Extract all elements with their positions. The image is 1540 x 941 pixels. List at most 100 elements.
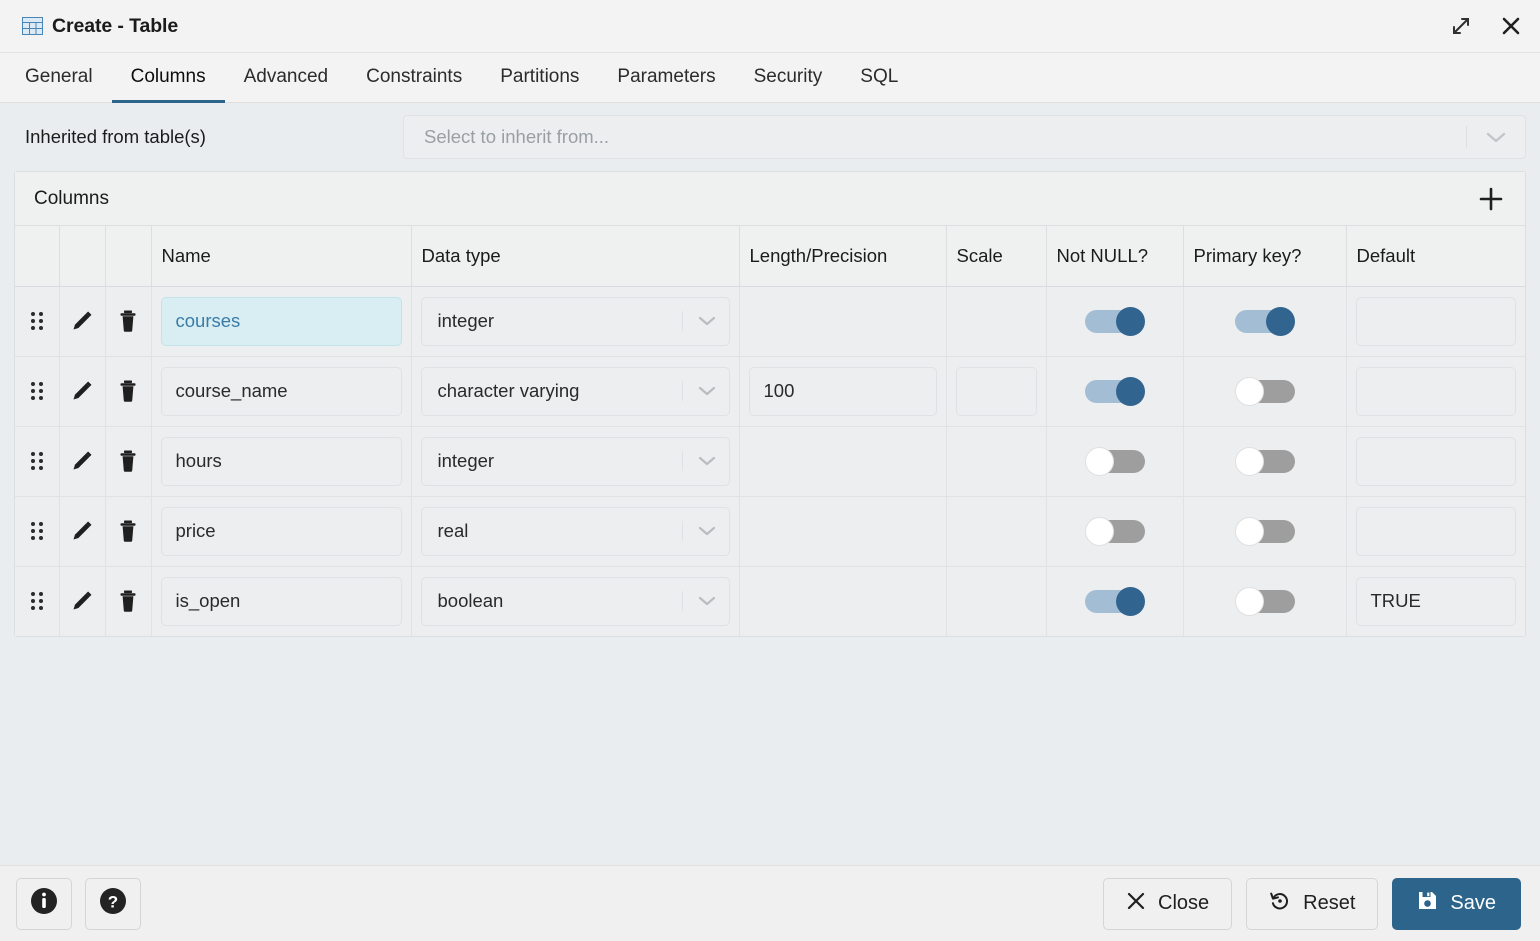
select-divider (681, 451, 683, 471)
length-precision-input[interactable]: 100 (748, 366, 937, 416)
trash-icon[interactable] (115, 287, 142, 356)
row-delete-cell[interactable] (105, 496, 152, 567)
toggle-knob (1115, 586, 1145, 616)
close-x-icon (1126, 891, 1146, 917)
tab-columns[interactable]: Columns (111, 54, 225, 103)
drag-handle-icon[interactable] (24, 497, 50, 566)
select-divider (681, 311, 683, 331)
row-edit-cell[interactable] (59, 356, 106, 427)
row-handle-cell[interactable] (15, 286, 60, 357)
data-type-select[interactable]: integer (420, 436, 730, 486)
row-length-cell (739, 426, 947, 497)
column-name-input[interactable]: hours (160, 436, 402, 486)
trash-icon[interactable] (115, 427, 142, 496)
tab-parameters[interactable]: Parameters (598, 54, 734, 103)
row-delete-cell[interactable] (105, 356, 152, 427)
default-value-input[interactable] (1355, 506, 1516, 556)
data-type-select[interactable]: integer (420, 296, 730, 346)
tab-constraints[interactable]: Constraints (347, 54, 481, 103)
tab-advanced[interactable]: Advanced (225, 54, 348, 103)
not-null-toggle[interactable] (1084, 516, 1145, 546)
plus-icon[interactable] (1475, 183, 1507, 215)
chevron-down-icon[interactable] (693, 525, 721, 537)
save-button[interactable]: Save (1392, 877, 1521, 930)
not-null-toggle[interactable] (1084, 376, 1145, 406)
select-divider (1466, 126, 1467, 148)
column-name-input[interactable]: is_open (160, 576, 402, 626)
chevron-down-icon[interactable] (693, 595, 721, 607)
table-row: course_name character varying 100 (15, 356, 1525, 427)
close-button[interactable]: Close (1103, 877, 1233, 930)
row-length-cell (739, 566, 947, 636)
header-data-type: Data type (411, 226, 740, 287)
tab-general[interactable]: General (6, 54, 112, 103)
drag-handle-icon[interactable] (24, 287, 50, 356)
pencil-icon[interactable] (69, 357, 96, 426)
not-null-toggle[interactable] (1084, 446, 1145, 476)
primary-key-toggle[interactable] (1234, 306, 1295, 336)
info-button[interactable] (16, 877, 72, 930)
tab-security[interactable]: Security (735, 54, 842, 103)
header-not-null: Not NULL? (1046, 226, 1184, 287)
row-handle-cell[interactable] (15, 356, 60, 427)
column-name-input[interactable]: course_name (160, 366, 402, 416)
scale-input[interactable] (955, 366, 1037, 416)
toggle-knob (1234, 516, 1264, 546)
row-handle-cell[interactable] (15, 566, 60, 637)
chevron-down-icon[interactable] (1481, 131, 1511, 144)
not-null-toggle[interactable] (1084, 306, 1145, 336)
default-value-input[interactable]: TRUE (1355, 576, 1516, 626)
data-type-select[interactable]: character varying (420, 366, 730, 416)
inherited-from-label: Inherited from table(s) (25, 126, 206, 147)
chevron-down-icon[interactable] (693, 455, 721, 467)
pencil-icon[interactable] (69, 567, 96, 637)
column-name-input[interactable]: courses (160, 296, 402, 346)
tab-partitions[interactable]: Partitions (481, 54, 598, 103)
help-button[interactable]: ? (85, 877, 141, 930)
columns-panel: Columns Name Data type Length/Precision … (14, 171, 1526, 637)
row-not-null-cell (1046, 496, 1184, 567)
default-value-input[interactable] (1355, 296, 1516, 346)
row-not-null-cell (1046, 286, 1184, 357)
primary-key-toggle[interactable] (1234, 586, 1295, 616)
row-primary-key-cell (1183, 356, 1347, 427)
row-edit-cell[interactable] (59, 426, 106, 497)
data-type-select[interactable]: boolean (420, 576, 730, 626)
row-edit-cell[interactable] (59, 286, 106, 357)
row-edit-cell[interactable] (59, 496, 106, 567)
select-divider (681, 521, 683, 541)
pencil-icon[interactable] (69, 427, 96, 496)
tab-sql[interactable]: SQL (841, 54, 917, 103)
primary-key-toggle[interactable] (1234, 516, 1295, 546)
default-value-input[interactable] (1355, 366, 1516, 416)
drag-handle-icon[interactable] (24, 427, 50, 496)
reset-button[interactable]: Reset (1246, 877, 1379, 930)
inherited-from-select[interactable]: Select to inherit from... (403, 115, 1526, 159)
pencil-icon[interactable] (69, 497, 96, 566)
trash-icon[interactable] (115, 357, 142, 426)
row-delete-cell[interactable] (105, 426, 152, 497)
row-edit-cell[interactable] (59, 566, 106, 637)
row-delete-cell[interactable] (105, 286, 152, 357)
trash-icon[interactable] (115, 567, 142, 637)
primary-key-toggle[interactable] (1234, 446, 1295, 476)
maximize-icon[interactable] (1449, 14, 1473, 38)
trash-icon[interactable] (115, 497, 142, 566)
chevron-down-icon[interactable] (693, 385, 721, 397)
close-icon[interactable] (1499, 14, 1523, 38)
row-handle-cell[interactable] (15, 496, 60, 567)
column-name-input[interactable]: price (160, 506, 402, 556)
data-type-select[interactable]: real (420, 506, 730, 556)
chevron-down-icon[interactable] (693, 315, 721, 327)
row-handle-cell[interactable] (15, 426, 60, 497)
drag-handle-icon[interactable] (24, 357, 50, 426)
drag-handle-icon[interactable] (24, 567, 50, 637)
not-null-toggle[interactable] (1084, 586, 1145, 616)
row-not-null-cell (1046, 426, 1184, 497)
row-delete-cell[interactable] (105, 566, 152, 637)
primary-key-toggle[interactable] (1234, 376, 1295, 406)
default-value-input[interactable] (1355, 436, 1516, 486)
pencil-icon[interactable] (69, 287, 96, 356)
help-icon: ? (98, 886, 128, 921)
tab-bar: General Columns Advanced Constraints Par… (0, 53, 1540, 103)
